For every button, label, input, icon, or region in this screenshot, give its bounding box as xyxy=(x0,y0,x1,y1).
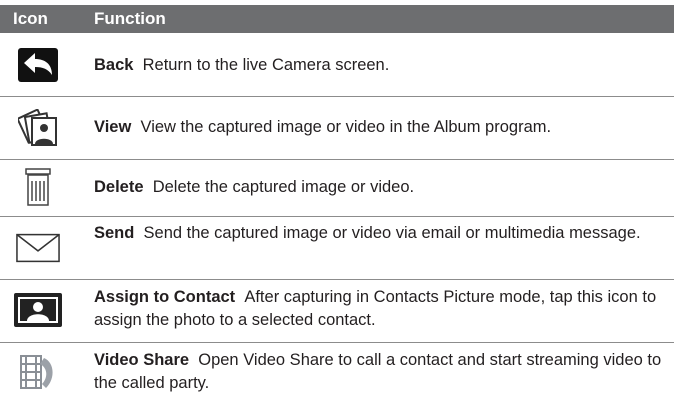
video-share-icon xyxy=(16,352,60,392)
envelope-icon xyxy=(16,230,60,266)
table-row: Delete Delete the captured image or vide… xyxy=(0,159,674,217)
table-header: Icon Function xyxy=(0,5,674,33)
view-album-icon xyxy=(16,109,60,147)
row-description: Return to the live Camera screen. xyxy=(142,56,390,74)
row-name: Delete xyxy=(94,178,144,196)
row-name: Assign to Contact xyxy=(94,288,236,306)
row-name: View xyxy=(94,118,132,136)
table-row: Assign to Contact After capturing in Con… xyxy=(0,279,674,343)
table-row: Video Share Open Video Share to call a c… xyxy=(0,342,674,405)
back-arrow-icon xyxy=(16,47,60,83)
row-description: Delete the captured image or video. xyxy=(152,178,415,196)
row-name: Video Share xyxy=(94,351,190,369)
table-row: Send Send the captured image or video vi… xyxy=(0,216,674,280)
table-row: Back Return to the live Camera screen. xyxy=(0,33,674,97)
table-row: View View the captured image or video in… xyxy=(0,96,674,160)
row-description: View the captured image or video in the … xyxy=(140,118,552,136)
row-name: Send xyxy=(94,224,135,242)
row-name: Back xyxy=(94,56,134,74)
trash-bin-icon xyxy=(16,167,60,207)
row-description: Send the captured image or video via ema… xyxy=(143,224,641,242)
contact-picture-icon xyxy=(14,292,62,328)
function-column-header: Function xyxy=(94,9,166,28)
icon-column-header: Icon xyxy=(13,9,48,28)
icon-function-table: Icon Function Back Return to the live Ca… xyxy=(0,0,674,405)
